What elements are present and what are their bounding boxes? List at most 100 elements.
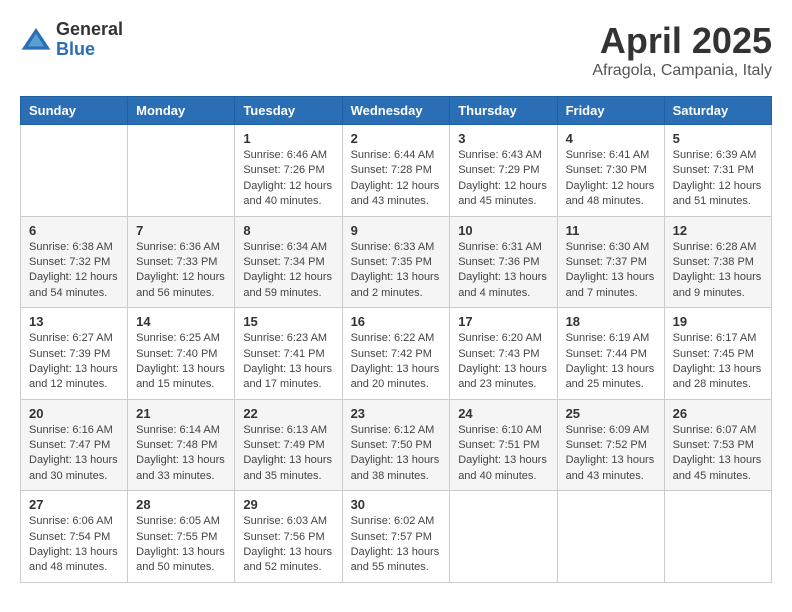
- day-number: 7: [136, 223, 226, 238]
- day-number: 28: [136, 497, 226, 512]
- day-info: Sunrise: 6:43 AM Sunset: 7:29 PM Dayligh…: [458, 148, 548, 210]
- calendar-week-row: 1Sunrise: 6:46 AM Sunset: 7:26 PM Daylig…: [21, 125, 772, 217]
- month-title: April 2025: [592, 20, 772, 62]
- calendar-cell: 6 Sunrise: 6:38 AM Sunset: 7:32 PM Daylig…: [21, 216, 128, 308]
- calendar-cell: [557, 491, 664, 583]
- day-info: Sunrise: 6:30 AM Sunset: 7:37 PM Dayligh…: [566, 240, 656, 302]
- day-number: 27: [29, 497, 119, 512]
- day-number: 3: [458, 131, 548, 146]
- day-number: 25: [566, 406, 656, 421]
- day-number: 20: [29, 406, 119, 421]
- calendar-cell: 23 Sunrise: 6:12 AM Sunset: 7:50 PM Dayli…: [342, 399, 450, 491]
- day-info: Sunrise: 6:22 AM Sunset: 7:42 PM Dayligh…: [351, 331, 442, 393]
- header-day: Friday: [557, 97, 664, 125]
- day-info: Sunrise: 6:28 AM Sunset: 7:38 PM Dayligh…: [673, 240, 763, 302]
- day-info: Sunrise: 6:31 AM Sunset: 7:36 PM Dayligh…: [458, 240, 548, 302]
- day-info: Sunrise: 6:38 AM Sunset: 7:32 PM Dayligh…: [29, 240, 119, 302]
- calendar-cell: 25Sunrise: 6:09 AM Sunset: 7:52 PM Dayli…: [557, 399, 664, 491]
- calendar-body: 1Sunrise: 6:46 AM Sunset: 7:26 PM Daylig…: [21, 125, 772, 583]
- calendar-cell: 13Sunrise: 6:27 AM Sunset: 7:39 PM Dayli…: [21, 308, 128, 400]
- calendar-cell: [664, 491, 771, 583]
- calendar-cell: 11 Sunrise: 6:30 AM Sunset: 7:37 PM Dayli…: [557, 216, 664, 308]
- calendar-week-row: 13Sunrise: 6:27 AM Sunset: 7:39 PM Dayli…: [21, 308, 772, 400]
- calendar-cell: 22 Sunrise: 6:13 AM Sunset: 7:49 PM Dayli…: [235, 399, 342, 491]
- day-info: Sunrise: 6:20 AM Sunset: 7:43 PM Dayligh…: [458, 331, 548, 393]
- calendar-cell: 10 Sunrise: 6:31 AM Sunset: 7:36 PM Dayli…: [450, 216, 557, 308]
- day-info: Sunrise: 6:25 AM Sunset: 7:40 PM Dayligh…: [136, 331, 226, 393]
- calendar-cell: [128, 125, 235, 217]
- calendar-cell: 12 Sunrise: 6:28 AM Sunset: 7:38 PM Dayli…: [664, 216, 771, 308]
- day-number: 13: [29, 314, 119, 329]
- day-info: Sunrise: 6:02 AM Sunset: 7:57 PM Dayligh…: [351, 514, 442, 576]
- calendar-cell: 28 Sunrise: 6:05 AM Sunset: 7:55 PM Dayli…: [128, 491, 235, 583]
- day-number: 14: [136, 314, 226, 329]
- day-info: Sunrise: 6:17 AM Sunset: 7:45 PM Dayligh…: [673, 331, 763, 393]
- calendar-cell: 8Sunrise: 6:34 AM Sunset: 7:34 PM Daylig…: [235, 216, 342, 308]
- day-info: Sunrise: 6:07 AM Sunset: 7:53 PM Dayligh…: [673, 423, 763, 485]
- logo-general: General: [56, 20, 123, 40]
- day-info: Sunrise: 6:03 AM Sunset: 7:56 PM Dayligh…: [243, 514, 333, 576]
- day-number: 6: [29, 223, 119, 238]
- calendar-cell: 7Sunrise: 6:36 AM Sunset: 7:33 PM Daylig…: [128, 216, 235, 308]
- calendar-cell: 21 Sunrise: 6:14 AM Sunset: 7:48 PM Dayli…: [128, 399, 235, 491]
- calendar-week-row: 20 Sunrise: 6:16 AM Sunset: 7:47 PM Dayli…: [21, 399, 772, 491]
- calendar-cell: 17 Sunrise: 6:20 AM Sunset: 7:43 PM Dayli…: [450, 308, 557, 400]
- day-info: Sunrise: 6:13 AM Sunset: 7:49 PM Dayligh…: [243, 423, 333, 485]
- day-number: 19: [673, 314, 763, 329]
- calendar-cell: 26 Sunrise: 6:07 AM Sunset: 7:53 PM Dayli…: [664, 399, 771, 491]
- calendar-cell: 9Sunrise: 6:33 AM Sunset: 7:35 PM Daylig…: [342, 216, 450, 308]
- header-day: Sunday: [21, 97, 128, 125]
- calendar-cell: 1Sunrise: 6:46 AM Sunset: 7:26 PM Daylig…: [235, 125, 342, 217]
- calendar-cell: [450, 491, 557, 583]
- calendar-cell: 15Sunrise: 6:23 AM Sunset: 7:41 PM Dayli…: [235, 308, 342, 400]
- logo-blue: Blue: [56, 40, 123, 60]
- day-number: 29: [243, 497, 333, 512]
- day-number: 24: [458, 406, 548, 421]
- header-day: Wednesday: [342, 97, 450, 125]
- calendar-cell: 4Sunrise: 6:41 AM Sunset: 7:30 PM Daylig…: [557, 125, 664, 217]
- logo-text: General Blue: [56, 20, 123, 60]
- day-info: Sunrise: 6:05 AM Sunset: 7:55 PM Dayligh…: [136, 514, 226, 576]
- location: Afragola, Campania, Italy: [592, 62, 772, 80]
- day-number: 21: [136, 406, 226, 421]
- header-day: Monday: [128, 97, 235, 125]
- day-number: 2: [351, 131, 442, 146]
- day-info: Sunrise: 6:41 AM Sunset: 7:30 PM Dayligh…: [566, 148, 656, 210]
- calendar-cell: 19 Sunrise: 6:17 AM Sunset: 7:45 PM Dayli…: [664, 308, 771, 400]
- logo: General Blue: [20, 20, 123, 60]
- calendar-cell: 24Sunrise: 6:10 AM Sunset: 7:51 PM Dayli…: [450, 399, 557, 491]
- day-info: Sunrise: 6:23 AM Sunset: 7:41 PM Dayligh…: [243, 331, 333, 393]
- calendar-cell: 18Sunrise: 6:19 AM Sunset: 7:44 PM Dayli…: [557, 308, 664, 400]
- calendar-cell: 30Sunrise: 6:02 AM Sunset: 7:57 PM Dayli…: [342, 491, 450, 583]
- day-info: Sunrise: 6:19 AM Sunset: 7:44 PM Dayligh…: [566, 331, 656, 393]
- calendar-table: SundayMondayTuesdayWednesdayThursdayFrid…: [20, 96, 772, 583]
- calendar-cell: 2 Sunrise: 6:44 AM Sunset: 7:28 PM Daylig…: [342, 125, 450, 217]
- header-day: Thursday: [450, 97, 557, 125]
- day-info: Sunrise: 6:12 AM Sunset: 7:50 PM Dayligh…: [351, 423, 442, 485]
- calendar-header: SundayMondayTuesdayWednesdayThursdayFrid…: [21, 97, 772, 125]
- header-day: Saturday: [664, 97, 771, 125]
- calendar-cell: 3 Sunrise: 6:43 AM Sunset: 7:29 PM Daylig…: [450, 125, 557, 217]
- calendar-cell: [21, 125, 128, 217]
- day-number: 23: [351, 406, 442, 421]
- day-number: 26: [673, 406, 763, 421]
- day-info: Sunrise: 6:16 AM Sunset: 7:47 PM Dayligh…: [29, 423, 119, 485]
- header-row: SundayMondayTuesdayWednesdayThursdayFrid…: [21, 97, 772, 125]
- header-day: Tuesday: [235, 97, 342, 125]
- day-number: 12: [673, 223, 763, 238]
- calendar-cell: 5Sunrise: 6:39 AM Sunset: 7:31 PM Daylig…: [664, 125, 771, 217]
- calendar-cell: 27Sunrise: 6:06 AM Sunset: 7:54 PM Dayli…: [21, 491, 128, 583]
- day-info: Sunrise: 6:44 AM Sunset: 7:28 PM Dayligh…: [351, 148, 442, 210]
- day-number: 11: [566, 223, 656, 238]
- day-info: Sunrise: 6:14 AM Sunset: 7:48 PM Dayligh…: [136, 423, 226, 485]
- day-number: 10: [458, 223, 548, 238]
- calendar-cell: 20 Sunrise: 6:16 AM Sunset: 7:47 PM Dayli…: [21, 399, 128, 491]
- day-number: 17: [458, 314, 548, 329]
- page-header: General Blue April 2025 Afragola, Campan…: [20, 20, 772, 80]
- day-info: Sunrise: 6:34 AM Sunset: 7:34 PM Dayligh…: [243, 240, 333, 302]
- day-info: Sunrise: 6:46 AM Sunset: 7:26 PM Dayligh…: [243, 148, 333, 210]
- day-number: 22: [243, 406, 333, 421]
- calendar-cell: 14 Sunrise: 6:25 AM Sunset: 7:40 PM Dayli…: [128, 308, 235, 400]
- day-number: 9: [351, 223, 442, 238]
- day-number: 5: [673, 131, 763, 146]
